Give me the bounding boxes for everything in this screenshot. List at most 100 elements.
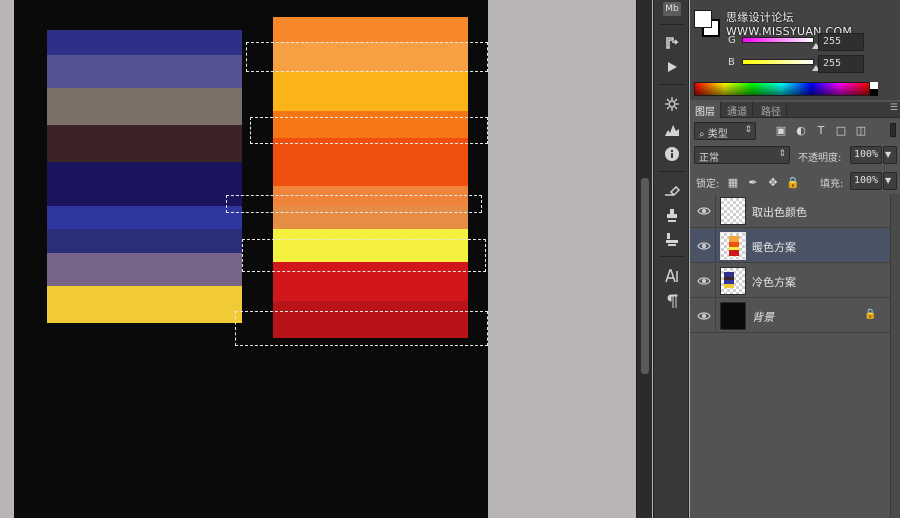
blue-slider-row: B 255 [690,54,900,74]
character-icon[interactable] [660,265,684,287]
marquee-selection[interactable] [242,239,486,272]
opacity-field[interactable]: 100% [850,146,882,164]
dock-divider [659,84,685,85]
type-layer-filter-icon[interactable]: T [814,123,828,137]
cool-color-stripe [47,286,242,323]
chevron-updown-icon: ⇕ [778,149,786,159]
spectrum-shade [695,83,869,95]
scrollbar-thumb[interactable] [641,178,649,374]
layer-filter-row: ⌕ 类型 ⇕ ▣ ◐ T □ ◫ [690,120,900,142]
row-divider [715,194,716,228]
fill-dropdown-button[interactable]: ▼ [883,172,897,190]
black-white-ramp[interactable] [870,82,878,96]
info-icon[interactable] [660,143,684,165]
stamp-icon[interactable] [660,228,684,250]
marquee-selection[interactable] [226,195,482,213]
panel-menu-icon[interactable]: ☰ [890,103,898,113]
lock-all-icon[interactable]: 🔒 [786,175,800,189]
lock-transparent-pixels-icon[interactable]: ▦ [726,175,740,189]
blend-mode-dropdown[interactable]: 正常 ⇕ [694,146,790,164]
row-divider [715,299,716,333]
visibility-eye-icon[interactable] [697,310,711,322]
lock-icon: 🔒 [864,309,877,320]
play-actions-icon[interactable] [660,56,684,78]
chevron-down-icon: ▼ [885,150,892,159]
layer-row[interactable]: 取出色颜色 [690,194,890,228]
fill-field[interactable]: 100% [850,172,882,190]
green-slider-row: G 255 [690,32,900,52]
clone-source-icon[interactable] [660,204,684,226]
adjustments-icon[interactable] [660,93,684,115]
green-value-field[interactable]: 255 [818,33,864,51]
visibility-eye-icon[interactable] [697,240,711,252]
shape-layer-filter-icon[interactable]: □ [834,123,848,137]
tab-channels[interactable]: 通道 [722,102,753,118]
adjustment-layer-filter-icon[interactable]: ◐ [794,123,808,137]
green-slider-track[interactable] [742,37,814,43]
visibility-eye-icon[interactable] [697,275,711,287]
filter-kind-value: 类型 [707,129,728,140]
layers-list: 取出色颜色 暖色方案 冷色方案 背景 🔒 [690,194,890,333]
lock-image-pixels-icon[interactable]: ✒ [746,175,760,189]
foreground-color-swatch[interactable] [694,10,712,28]
marquee-selection[interactable] [235,311,488,346]
layer-row[interactable]: 暖色方案 [690,229,890,263]
lock-position-icon[interactable]: ✥ [766,175,780,189]
green-slider-label: G [728,35,736,46]
thumbnail-preview [724,272,734,288]
cool-color-stripe [47,229,242,253]
dock-divider [659,24,685,25]
layer-name[interactable]: 背景 [752,309,774,325]
marquee-selection[interactable] [246,42,488,72]
smart-object-filter-icon[interactable]: ◫ [854,123,868,137]
document-canvas[interactable] [14,0,488,518]
opacity-dropdown-button[interactable]: ▼ [883,146,897,164]
panel-tabs: 图层 通道 路径 ☰ [690,102,900,118]
color-spectrum-bar[interactable] [694,82,870,96]
cool-color-stripe [47,206,242,229]
dock-divider [659,256,685,257]
panel-dock: Mb [653,0,689,518]
cool-color-stripe [47,253,242,286]
layer-thumbnail[interactable] [720,267,746,295]
layer-name[interactable]: 取出色颜色 [752,204,807,220]
layer-name[interactable]: 暖色方案 [752,239,796,255]
layer-row[interactable]: 背景 🔒 [690,299,890,333]
pixel-layer-filter-icon[interactable]: ▣ [774,123,788,137]
row-divider [715,264,716,298]
row-divider [715,229,716,263]
layer-thumbnail[interactable] [720,302,746,330]
histogram-icon[interactable] [660,119,684,141]
filter-kind-dropdown[interactable]: ⌕ 类型 ⇕ [694,122,756,140]
layer-row[interactable]: 冷色方案 [690,264,890,298]
chevron-down-icon: ▼ [885,176,892,185]
canvas-workspace[interactable] [0,0,638,518]
history-icon[interactable] [660,32,684,54]
vertical-scrollbar[interactable] [636,0,652,518]
fill-label: 填充: [820,179,844,190]
visibility-eye-icon[interactable] [697,205,711,217]
workspace-margin [0,0,14,518]
layers-scroll-strip[interactable] [890,194,900,518]
brush-presets-icon[interactable] [660,180,684,202]
cool-color-scheme[interactable] [47,30,242,323]
mini-bridge-button[interactable]: Mb [663,2,681,16]
thumbnail-preview [729,236,739,256]
paragraph-icon[interactable] [660,290,684,312]
layer-name[interactable]: 冷色方案 [752,274,796,290]
marquee-selection[interactable] [250,117,488,144]
layers-panel: 图层 通道 路径 ☰ ⌕ 类型 ⇕ ▣ ◐ T □ ◫ 正常 ⇕ 不透明度: 1… [690,102,900,518]
tab-layers[interactable]: 图层 [690,102,721,118]
opacity-label: 不透明度: [798,153,842,164]
blue-slider-track[interactable] [742,59,814,65]
cool-color-stripe [47,162,242,206]
warm-color-stripe [273,17,468,42]
cool-color-stripe [47,125,242,162]
layer-thumbnail[interactable] [720,232,746,260]
blue-slider-label: B [728,57,735,68]
chevron-updown-icon: ⇕ [744,125,752,135]
filter-toggle-switch[interactable] [890,123,896,137]
blue-value-field[interactable]: 255 [818,55,864,73]
tab-paths[interactable]: 路径 [756,102,787,118]
layer-thumbnail[interactable] [720,197,746,225]
